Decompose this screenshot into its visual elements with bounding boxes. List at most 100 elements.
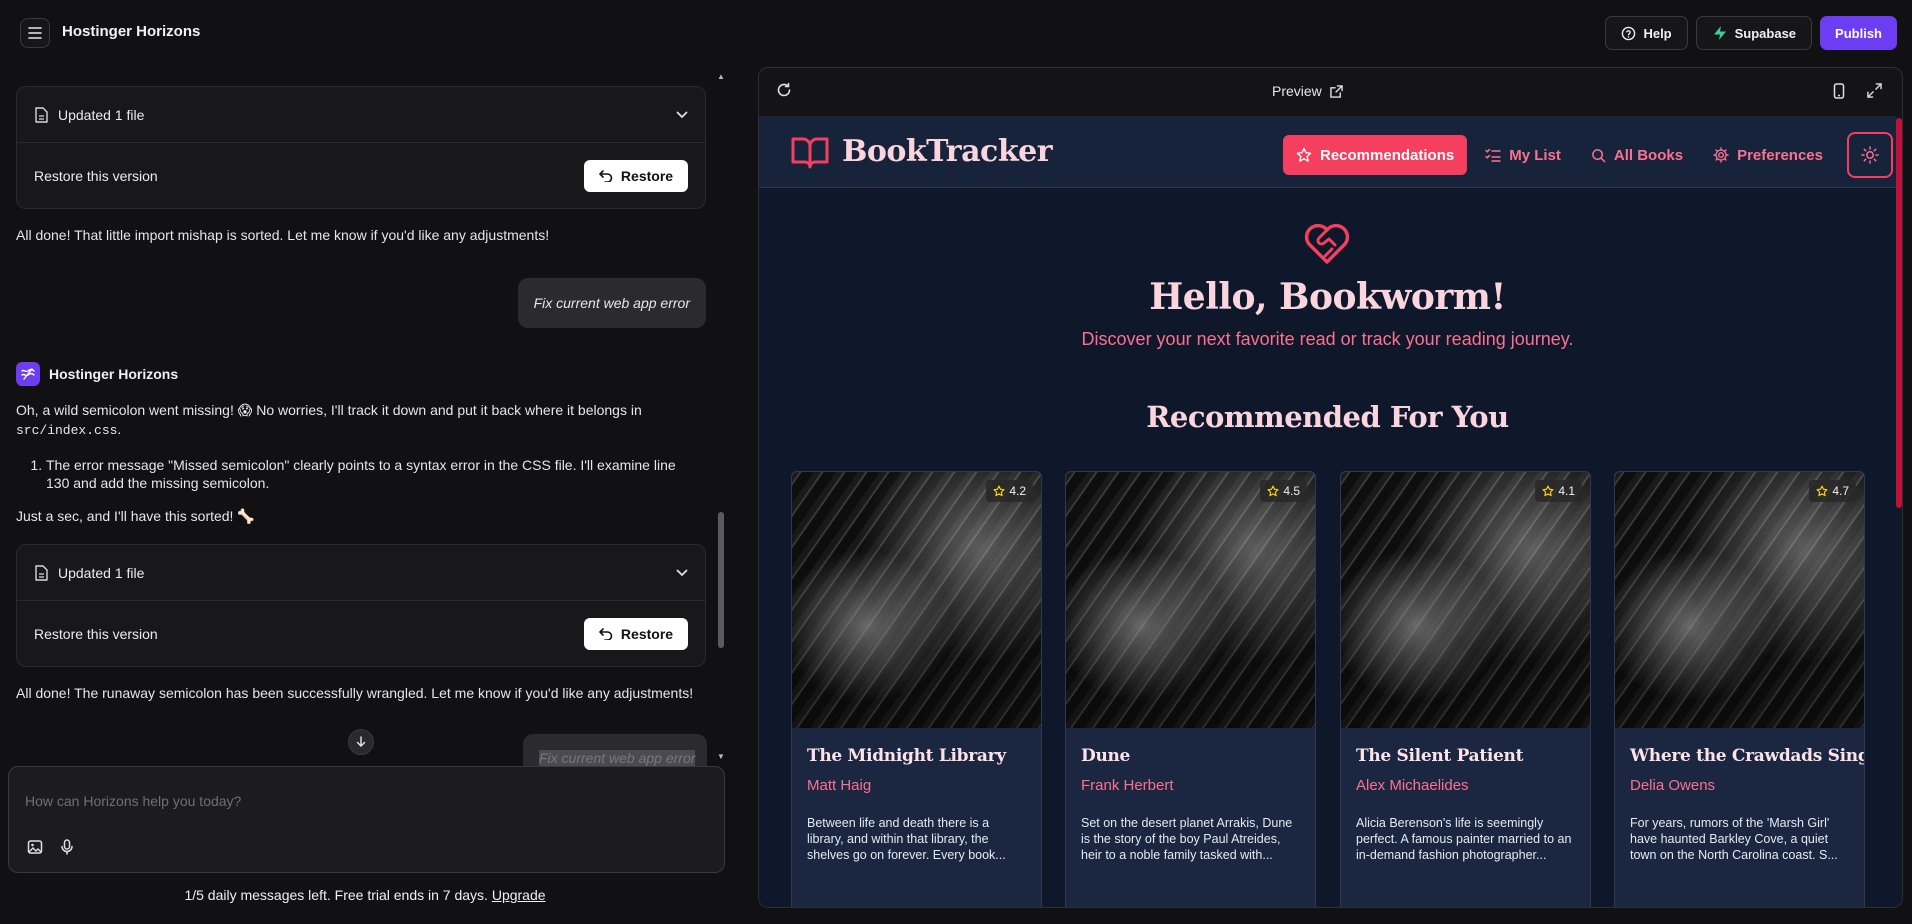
- book-card[interactable]: 4.7 Where the Crawdads Sing Delia Owens …: [1614, 471, 1865, 908]
- agent-header: Hostinger Horizons: [16, 362, 178, 386]
- assistant-message: All done! That little import mishap is s…: [16, 227, 550, 243]
- star-icon: [1296, 147, 1312, 162]
- rating-badge: 4.1: [1535, 480, 1582, 502]
- gear-icon: [1713, 147, 1729, 163]
- section-title: Recommended For You: [1146, 400, 1509, 434]
- restore-button[interactable]: Restore: [584, 618, 688, 650]
- book-cover: [792, 472, 1041, 728]
- supabase-icon: [1713, 26, 1726, 40]
- book-author: Frank Herbert: [1081, 777, 1174, 794]
- microphone-icon[interactable]: [57, 837, 77, 857]
- restore-text: Restore this version: [34, 626, 158, 642]
- arrow-down-icon: [356, 736, 366, 748]
- book-cover: [1615, 472, 1864, 728]
- book-cover: [1066, 472, 1315, 728]
- theme-toggle-button[interactable]: [1846, 132, 1893, 178]
- rating-badge: 4.2: [986, 480, 1033, 502]
- site-navbar: BookTracker Recommendations My List All …: [759, 116, 1896, 188]
- file-icon: [35, 564, 48, 581]
- agent-message: Oh, a wild semicolon went missing! 😱 No …: [16, 402, 642, 438]
- supabase-button[interactable]: Supabase: [1695, 16, 1813, 50]
- star-icon: [1542, 485, 1554, 497]
- undo-icon: [599, 170, 613, 182]
- top-bar: Hostinger Horizons Help Supabase Publish: [0, 0, 1912, 66]
- book-card[interactable]: 4.1 The Silent Patient Alex Michaelides …: [1340, 471, 1591, 908]
- book-author: Matt Haig: [807, 777, 872, 794]
- preview-view-controls: [1833, 83, 1882, 99]
- rating-badge: 4.5: [1260, 480, 1307, 502]
- search-icon: [1592, 148, 1606, 162]
- chat-input[interactable]: [25, 793, 705, 809]
- book-description: Between life and death there is a librar…: [807, 816, 1006, 862]
- book-title: Where the Crawdads Sing: [1630, 746, 1865, 766]
- assistant-message: All done! The runaway semicolon has been…: [16, 685, 694, 701]
- file-card-label: Updated 1 file: [58, 564, 145, 581]
- book-author: Alex Michaelides: [1356, 777, 1469, 794]
- supabase-label: Supabase: [1734, 25, 1797, 41]
- file-card-header[interactable]: Updated 1 file: [17, 87, 705, 143]
- help-label: Help: [1643, 25, 1672, 41]
- preview-title[interactable]: Preview: [1272, 83, 1343, 99]
- star-icon: [993, 485, 1005, 497]
- agent-wait-message: Just a sec, and I'll have this sorted! 🦴: [16, 508, 255, 524]
- site-brand-name: BookTracker: [842, 134, 1053, 169]
- sun-icon: [1861, 146, 1879, 164]
- file-card-header[interactable]: Updated 1 file: [17, 545, 705, 601]
- chevron-down-icon[interactable]: [676, 111, 688, 119]
- open-book-icon: [791, 137, 829, 168]
- list-check-icon: [1485, 148, 1501, 162]
- chevron-down-icon[interactable]: [676, 569, 688, 577]
- site-scrollbar[interactable]: [1896, 118, 1902, 508]
- undo-icon: [599, 628, 613, 640]
- chat-scrollbar[interactable]: [718, 512, 724, 648]
- book-description: Set on the desert planet Arrakis, Dune i…: [1081, 816, 1293, 862]
- book-action-button[interactable]: [1081, 907, 1299, 908]
- restore-row: Restore this version Restore: [17, 601, 705, 667]
- preview-toolbar: Preview: [759, 68, 1902, 116]
- book-title: The Midnight Library: [807, 746, 1006, 766]
- refresh-icon[interactable]: [776, 82, 792, 98]
- nav-preferences[interactable]: Preferences: [1701, 135, 1835, 175]
- file-card-2: Updated 1 file Restore this version Rest…: [16, 544, 706, 667]
- agent-name: Hostinger Horizons: [49, 366, 179, 382]
- horizons-logo-icon: [16, 362, 40, 386]
- user-message-faded: Fix current web app error: [523, 734, 707, 766]
- book-card[interactable]: 4.5 Dune Frank Herbert Set on the desert…: [1065, 471, 1316, 908]
- book-action-button[interactable]: [1630, 907, 1848, 908]
- menu-button[interactable]: [20, 18, 50, 48]
- nav-my-list[interactable]: My List: [1473, 135, 1573, 175]
- chat-scroll-up[interactable]: ▲: [716, 72, 726, 82]
- file-card-label: Updated 1 file: [58, 106, 145, 123]
- restore-button[interactable]: Restore: [584, 160, 688, 192]
- nav-all-books[interactable]: All Books: [1579, 135, 1695, 175]
- star-icon: [1816, 485, 1828, 497]
- upgrade-link[interactable]: Upgrade: [492, 887, 546, 903]
- site-preview: BookTracker Recommendations My List All …: [759, 116, 1902, 908]
- book-title: Dune: [1081, 746, 1131, 766]
- scroll-to-bottom-button[interactable]: [348, 729, 374, 755]
- file-card-1: Updated 1 file Restore this version Rest…: [16, 86, 706, 209]
- app-title: Hostinger Horizons: [62, 23, 201, 40]
- help-button[interactable]: Help: [1605, 16, 1688, 50]
- site-brand[interactable]: BookTracker: [790, 134, 1053, 169]
- book-card[interactable]: 4.2 The Midnight Library Matt Haig Betwe…: [791, 471, 1042, 908]
- hero-title: Hello, Bookworm!: [1149, 276, 1506, 318]
- chat-scroll-down[interactable]: ▼: [716, 752, 726, 762]
- restore-label: Restore: [620, 626, 674, 642]
- book-author: Delia Owens: [1630, 777, 1716, 794]
- agent-message-intro: Oh, a wild semicolon went missing! 😱 No …: [16, 402, 642, 418]
- publish-button[interactable]: Publish: [1820, 16, 1897, 50]
- mobile-view-icon[interactable]: [1833, 83, 1845, 99]
- image-upload-icon[interactable]: [25, 837, 45, 857]
- external-link-icon: [1330, 84, 1343, 98]
- book-action-button[interactable]: [807, 907, 1025, 908]
- file-path: src/index.css: [16, 423, 118, 438]
- nav-recommendations[interactable]: Recommendations: [1283, 135, 1468, 175]
- book-action-button[interactable]: [1356, 907, 1574, 908]
- star-icon: [1267, 485, 1279, 497]
- file-icon: [35, 106, 48, 123]
- fullscreen-icon[interactable]: [1867, 83, 1882, 98]
- user-message: Fix current web app error: [517, 278, 706, 328]
- trial-text: 1/5 daily messages left. Free trial ends…: [184, 887, 488, 903]
- book-cover: [1341, 472, 1590, 728]
